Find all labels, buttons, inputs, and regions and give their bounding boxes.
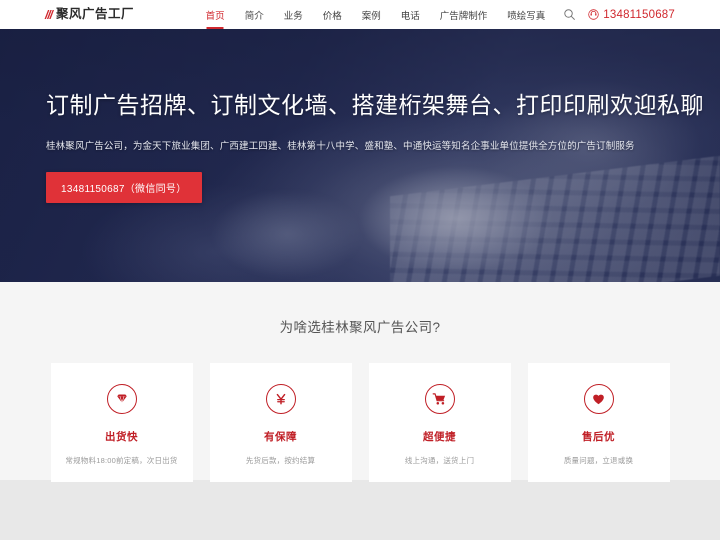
nav-item-label: 案例: [361, 10, 381, 22]
feature-card-desc: 先货后款，按约结算: [245, 456, 316, 465]
nav-item-billboard-production[interactable]: 广告牌制作: [430, 0, 498, 29]
heart-icon: [583, 384, 614, 414]
features-section-title: 为啥选桂林聚风广告公司?: [279, 320, 441, 335]
feature-card-fast-shipping[interactable]: 出货快 常规物料18:00前定稿，次日出货: [50, 363, 193, 482]
logo-text: 聚风广告工厂: [56, 7, 135, 22]
shopping-cart-icon: [424, 384, 455, 414]
nav-item-label: 业务: [283, 10, 303, 22]
header-actions: 13481150687: [563, 8, 675, 21]
hero-banner: 订制广告招牌、订制文化墙、搭建桁架舞台、打印印刷欢迎私聊 桂林聚风广告公司，为金…: [0, 29, 720, 282]
diamond-icon: [106, 384, 137, 414]
feature-card-title: 超便捷: [423, 431, 456, 443]
hero-cta-button[interactable]: 13481150687（微信同号）: [46, 171, 202, 203]
page-bottom-area: [0, 480, 720, 540]
nav-item-intro[interactable]: 简介: [235, 0, 274, 29]
feature-card-after-sales[interactable]: 售后优 质量问题，立退或换: [527, 363, 670, 482]
nav-item-label: 首页: [205, 10, 225, 22]
nav-item-label: 喷绘写真: [507, 10, 546, 22]
nav-item-label: 价格: [322, 10, 342, 22]
feature-card-desc: 线上沟通，送货上门: [404, 456, 475, 465]
feature-card-desc: 质量问题，立退或换: [563, 456, 634, 465]
search-icon[interactable]: [563, 8, 576, 21]
feature-card-title: 售后优: [582, 431, 615, 443]
header-phone[interactable]: 13481150687: [588, 9, 675, 21]
features-section: 为啥选桂林聚风广告公司? 出货快 常规物料18:00前定稿，次日出货 有保障 先…: [0, 282, 720, 482]
feature-card-convenient[interactable]: 超便捷 线上沟通，送货上门: [368, 363, 511, 482]
nav-item-label: 简介: [244, 10, 264, 22]
nav-item-inkjet-printing[interactable]: 喷绘写真: [497, 0, 555, 29]
hero-content: 订制广告招牌、订制文化墙、搭建桁架舞台、打印印刷欢迎私聊 桂林聚风广告公司，为金…: [0, 29, 720, 203]
phone-icon: [588, 9, 599, 20]
feature-card-title: 出货快: [105, 431, 138, 443]
feature-card-guaranteed[interactable]: 有保障 先货后款，按约结算: [209, 363, 352, 482]
feature-card-title: 有保障: [264, 431, 297, 443]
hero-subtitle: 桂林聚风广告公司，为金天下旅业集团、广西建工四建、桂林第十八中学、盛和塾、中通快…: [46, 140, 635, 152]
nav-item-label: 电话: [400, 10, 420, 22]
nav-item-phone[interactable]: 电话: [391, 0, 430, 29]
nav-item-business[interactable]: 业务: [274, 0, 313, 29]
nav-item-home[interactable]: 首页: [196, 0, 235, 29]
site-header: /// 聚风广告工厂 首页 简介 业务 价格 案例 电话 广告牌制作 喷绘写真 …: [0, 0, 720, 29]
site-logo[interactable]: /// 聚风广告工厂: [45, 8, 134, 21]
feature-card-desc: 常规物料18:00前定稿，次日出货: [65, 456, 178, 465]
logo-mark-icon: ///: [45, 7, 53, 22]
nav-item-label: 广告牌制作: [439, 10, 488, 22]
yen-icon: [265, 384, 296, 414]
feature-card-list: 出货快 常规物料18:00前定稿，次日出货 有保障 先货后款，按约结算 超便捷 …: [0, 363, 720, 482]
hero-title: 订制广告招牌、订制文化墙、搭建桁架舞台、打印印刷欢迎私聊: [46, 92, 704, 118]
main-navigation: 首页 简介 业务 价格 案例 电话 广告牌制作 喷绘写真: [196, 0, 556, 29]
header-phone-number: 13481150687: [603, 8, 675, 21]
nav-item-price[interactable]: 价格: [313, 0, 352, 29]
nav-item-cases[interactable]: 案例: [352, 0, 391, 29]
